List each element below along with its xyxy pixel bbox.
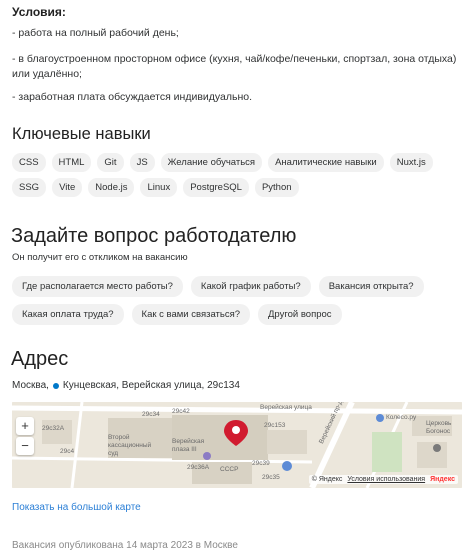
address-title: Адрес xyxy=(11,348,69,370)
skill-tag: Желание обучаться xyxy=(160,153,263,172)
map-label: 29с32А xyxy=(42,425,65,432)
map-terms-link[interactable]: Условия использования xyxy=(347,476,425,483)
map-label: 29с42 xyxy=(172,408,190,415)
zoom-in-button[interactable]: + xyxy=(16,417,34,435)
map-label: Верейская плаза III xyxy=(172,438,205,453)
address-street: Кунцевская, Верейская улица, 29с134 xyxy=(62,380,240,391)
published-date: Вакансия опубликована 14 марта 2023 в Мо… xyxy=(12,540,238,551)
ask-employer-title: Задайте вопрос работодателю xyxy=(11,225,297,247)
skill-tag: Python xyxy=(254,178,299,197)
map-label: Второй кассационный суд xyxy=(108,434,152,457)
skill-tag: HTML xyxy=(51,153,92,172)
zoom-out-button[interactable]: − xyxy=(16,437,34,455)
map[interactable]: Верейская улица Колесо.ру 29с32А 29с42 2… xyxy=(12,402,462,488)
map-label: 29с39 xyxy=(252,460,270,467)
question-salary-button[interactable]: Какая оплата труда? xyxy=(12,304,124,325)
skill-tag: Node.js xyxy=(88,178,135,197)
show-big-map-link[interactable]: Показать на большой карте xyxy=(12,502,141,513)
condition-item: - заработная плата обсуждается индивидуа… xyxy=(12,91,253,103)
skill-tag: JS xyxy=(129,153,155,172)
map-label: 29с34 xyxy=(142,411,160,418)
condition-item: - работа на полный рабочий день; xyxy=(12,27,179,39)
question-other-button[interactable]: Другой вопрос xyxy=(258,304,342,325)
metro-line-icon xyxy=(52,382,59,389)
map-attribution: © Яндекс Условия использования Яндекс xyxy=(308,475,458,484)
map-copyright: © Яндекс xyxy=(311,476,343,483)
skills-list: CSS HTML Git JS Желание обучаться Аналит… xyxy=(12,153,464,197)
map-label: 29с4 xyxy=(60,448,75,455)
question-contact-button[interactable]: Как с вами связаться? xyxy=(131,304,250,325)
skill-tag: Аналитические навыки xyxy=(268,153,384,172)
question-suggestions: Какая оплата труда? Как с вами связаться… xyxy=(12,304,464,325)
skill-tag: CSS xyxy=(12,153,46,172)
map-label: 29с153 xyxy=(264,422,286,429)
question-open-button[interactable]: Вакансия открыта? xyxy=(318,276,424,297)
question-where-button[interactable]: Где располагается место работы? xyxy=(12,276,183,297)
skill-tag: PostgreSQL xyxy=(183,178,249,197)
map-label: 29с36А xyxy=(187,464,210,471)
skill-tag: Nuxt.js xyxy=(389,153,433,172)
ask-employer-subtitle: Он получит его с откликом на вакансию xyxy=(12,252,188,263)
yandex-logo: Яндекс xyxy=(430,476,455,483)
question-schedule-button[interactable]: Какой график работы? xyxy=(190,276,311,297)
map-label: СССР xyxy=(220,466,239,473)
map-label: 29с35 xyxy=(262,474,280,481)
map-label: Церковь Богонос xyxy=(426,420,452,435)
skill-tag: Linux xyxy=(140,178,178,197)
address-line: Москва, Кунцевская, Верейская улица, 29с… xyxy=(12,380,240,391)
question-suggestions: Где располагается место работы? Какой гр… xyxy=(12,276,464,297)
map-label: Верейская улица xyxy=(260,404,312,411)
address-city: Москва, xyxy=(12,380,49,391)
skill-tag: Git xyxy=(97,153,124,172)
conditions-title: Условия: xyxy=(12,5,66,19)
skill-tag: Vite xyxy=(52,178,83,197)
key-skills-title: Ключевые навыки xyxy=(12,125,151,143)
skill-tag: SSG xyxy=(12,178,47,197)
map-label: Колесо.ру xyxy=(386,414,417,421)
condition-item: - в благоустроенном просторном офисе (ку… xyxy=(12,53,457,80)
